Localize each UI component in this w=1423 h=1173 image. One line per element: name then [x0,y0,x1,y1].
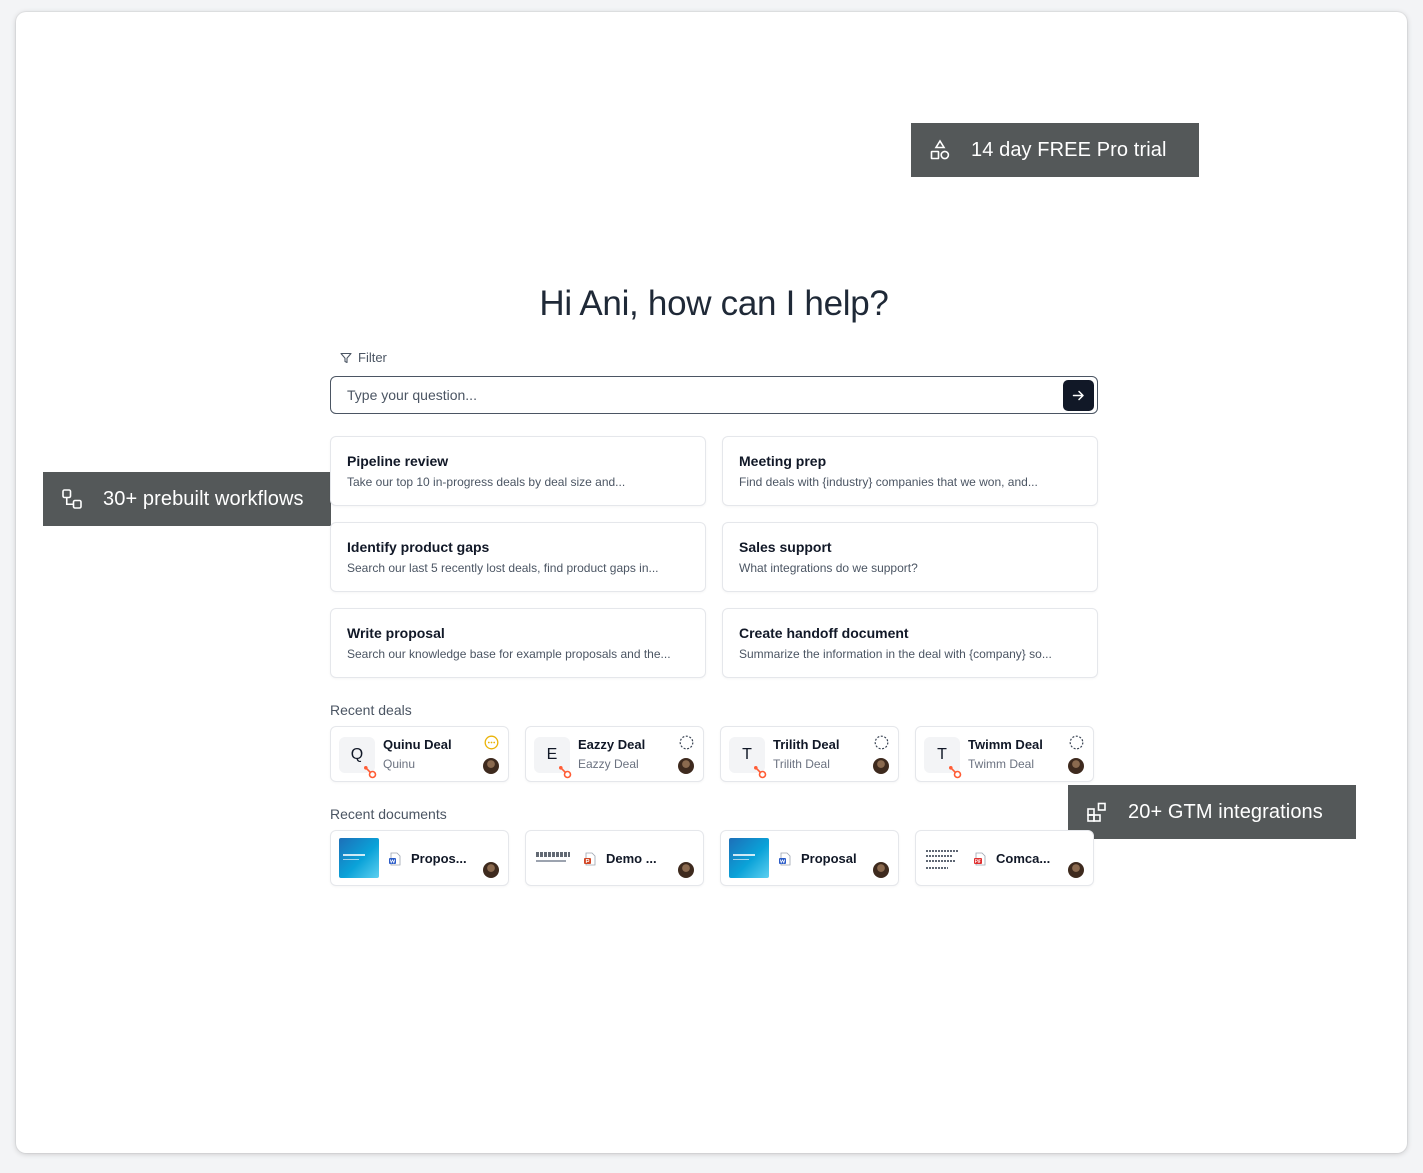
workflow-card-meeting-prep[interactable]: Meeting prep Find deals with {industry} … [722,436,1098,506]
deal-card[interactable]: T Twimm Deal Twimm Deal [915,726,1094,782]
integrations-callout-text: 20+ GTM integrations [1128,800,1323,823]
hubspot-icon [364,766,377,779]
filter-label: Filter [358,350,387,365]
workflow-grid: Pipeline review Take our top 10 in-progr… [330,436,1098,678]
workflow-card-write-proposal[interactable]: Write proposal Search our knowledge base… [330,608,706,678]
deal-card[interactable]: T Trilith Deal Trilith Deal [720,726,899,782]
page-title: Hi Ani, how can I help? [539,284,889,323]
question-input[interactable] [347,387,1063,403]
owner-avatar [483,862,499,878]
filter-icon [340,352,352,363]
workflow-title: Meeting prep [739,453,827,469]
owner-avatar [1068,862,1084,878]
trial-callout: 14 day FREE Pro trial [911,123,1199,177]
workflows-callout-text: 30+ prebuilt workflows [103,487,304,510]
document-name: Proposal [801,851,857,866]
document-thumbnail [729,838,769,878]
workflow-description: Search our knowledge base for example pr… [347,647,671,661]
workflows-callout: 30+ prebuilt workflows [43,472,331,526]
recent-documents-heading: Recent documents [330,806,447,822]
recent-deals-list: Q Quinu Deal Quinu E Eazzy Deal Eazzy De… [330,726,1094,782]
deal-card[interactable]: E Eazzy Deal Eazzy Deal [525,726,704,782]
workflow-card-sales-support[interactable]: Sales support What integrations do we su… [722,522,1098,592]
document-card[interactable]: Comca... [915,830,1094,886]
owner-avatar [678,862,694,878]
workflow-description: What integrations do we support? [739,561,918,575]
workflow-description: Search our last 5 recently lost deals, f… [347,561,659,575]
document-thumbnail [534,838,574,878]
integrations-callout: 20+ GTM integrations [1068,785,1356,839]
deal-company: Trilith Deal [773,757,830,771]
deal-name: Twimm Deal [968,737,1043,752]
deal-name: Trilith Deal [773,737,840,752]
hubspot-icon [559,766,572,779]
document-thumbnail [924,838,964,878]
send-button[interactable] [1063,379,1094,411]
deal-company: Eazzy Deal [578,757,639,771]
filter-button[interactable]: Filter [340,350,387,365]
document-name: Demo ... [606,851,657,866]
workflow-title: Create handoff document [739,625,909,641]
workflow-card-pipeline-review[interactable]: Pipeline review Take our top 10 in-progr… [330,436,706,506]
integrations-icon [1086,801,1108,823]
workflow-title: Sales support [739,539,832,555]
recent-documents-list: Propos... Demo ... Proposal Comca... [330,830,1094,886]
hubspot-icon [949,766,962,779]
workflow-icon [61,488,83,510]
workflow-description: Take our top 10 in-progress deals by dea… [347,475,626,489]
trial-callout-text: 14 day FREE Pro trial [971,138,1167,161]
document-name: Propos... [411,851,467,866]
powerpoint-file-icon [584,852,596,866]
open-status-icon [874,735,889,750]
open-status-icon [679,735,694,750]
deal-name: Quinu Deal [383,737,452,752]
recent-deals-heading: Recent deals [330,702,412,718]
deal-name: Eazzy Deal [578,737,646,752]
deal-card[interactable]: Q Quinu Deal Quinu [330,726,509,782]
pdf-file-icon [974,852,986,866]
owner-avatar [678,758,694,774]
document-card[interactable]: Demo ... [525,830,704,886]
search-box [330,376,1098,414]
document-thumbnail [339,838,379,878]
workflow-card-identify-product-gaps[interactable]: Identify product gaps Search our last 5 … [330,522,706,592]
open-status-icon [1069,735,1084,750]
word-file-icon [779,852,791,866]
workflow-description: Summarize the information in the deal wi… [739,647,1052,661]
owner-avatar [873,758,889,774]
document-card[interactable]: Proposal [720,830,899,886]
document-name: Comca... [996,851,1051,866]
word-file-icon [389,852,401,866]
owner-avatar [1068,758,1084,774]
workflow-description: Find deals with {industry} companies tha… [739,475,1038,489]
hubspot-icon [754,766,767,779]
in-progress-status-icon [484,735,499,750]
owner-avatar [873,862,889,878]
shapes-icon [929,139,951,161]
deal-company: Quinu [383,757,416,771]
workflow-title: Pipeline review [347,453,449,469]
arrow-right-icon [1072,390,1084,400]
owner-avatar [483,758,499,774]
deal-company: Twimm Deal [968,757,1035,771]
workflow-title: Write proposal [347,625,445,641]
document-card[interactable]: Propos... [330,830,509,886]
workflow-card-create-handoff-document[interactable]: Create handoff document Summarize the in… [722,608,1098,678]
workflow-title: Identify product gaps [347,539,490,555]
